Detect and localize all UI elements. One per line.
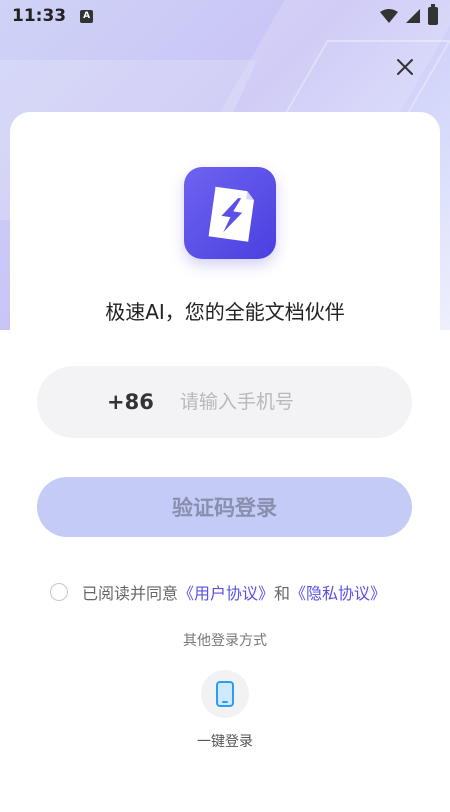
lightning-document-icon — [208, 186, 255, 242]
status-left: 11:33 A — [12, 6, 94, 26]
battery-icon — [428, 4, 438, 25]
other-login-label: 其他登录方式 — [183, 633, 267, 649]
phone-icon — [216, 681, 234, 707]
status-bar: 11:33 A — [0, 0, 450, 32]
a-icon: A — [80, 9, 94, 23]
verification-login-button[interactable]: 验证码登录 — [37, 477, 412, 537]
agreement-prefix: 已阅读并同意 — [82, 584, 179, 603]
phone-field[interactable]: +86 — [37, 366, 412, 438]
app-tagline: 极速AI，您的全能文档伙伴 — [105, 300, 345, 324]
status-right — [380, 4, 438, 25]
agreement-row: 已阅读并同意 《用户协议》 和 《隐私协议》 — [50, 580, 386, 604]
wifi-icon — [380, 9, 398, 23]
user-agreement-link[interactable]: 《用户协议》 — [178, 580, 274, 604]
country-code[interactable]: +86 — [107, 390, 154, 414]
phone-input[interactable] — [177, 390, 402, 414]
app-logo — [184, 167, 276, 259]
close-button[interactable] — [392, 54, 418, 80]
agree-checkbox[interactable] — [50, 583, 68, 601]
privacy-policy-link[interactable]: 《隐私协议》 — [290, 580, 386, 604]
one-key-login-button[interactable] — [201, 670, 249, 718]
one-key-login-label: 一键登录 — [197, 734, 253, 750]
agreement-conjunction: 和 — [274, 584, 291, 603]
signal-icon — [406, 9, 420, 23]
status-time: 11:33 — [12, 6, 67, 26]
close-icon — [397, 59, 413, 75]
